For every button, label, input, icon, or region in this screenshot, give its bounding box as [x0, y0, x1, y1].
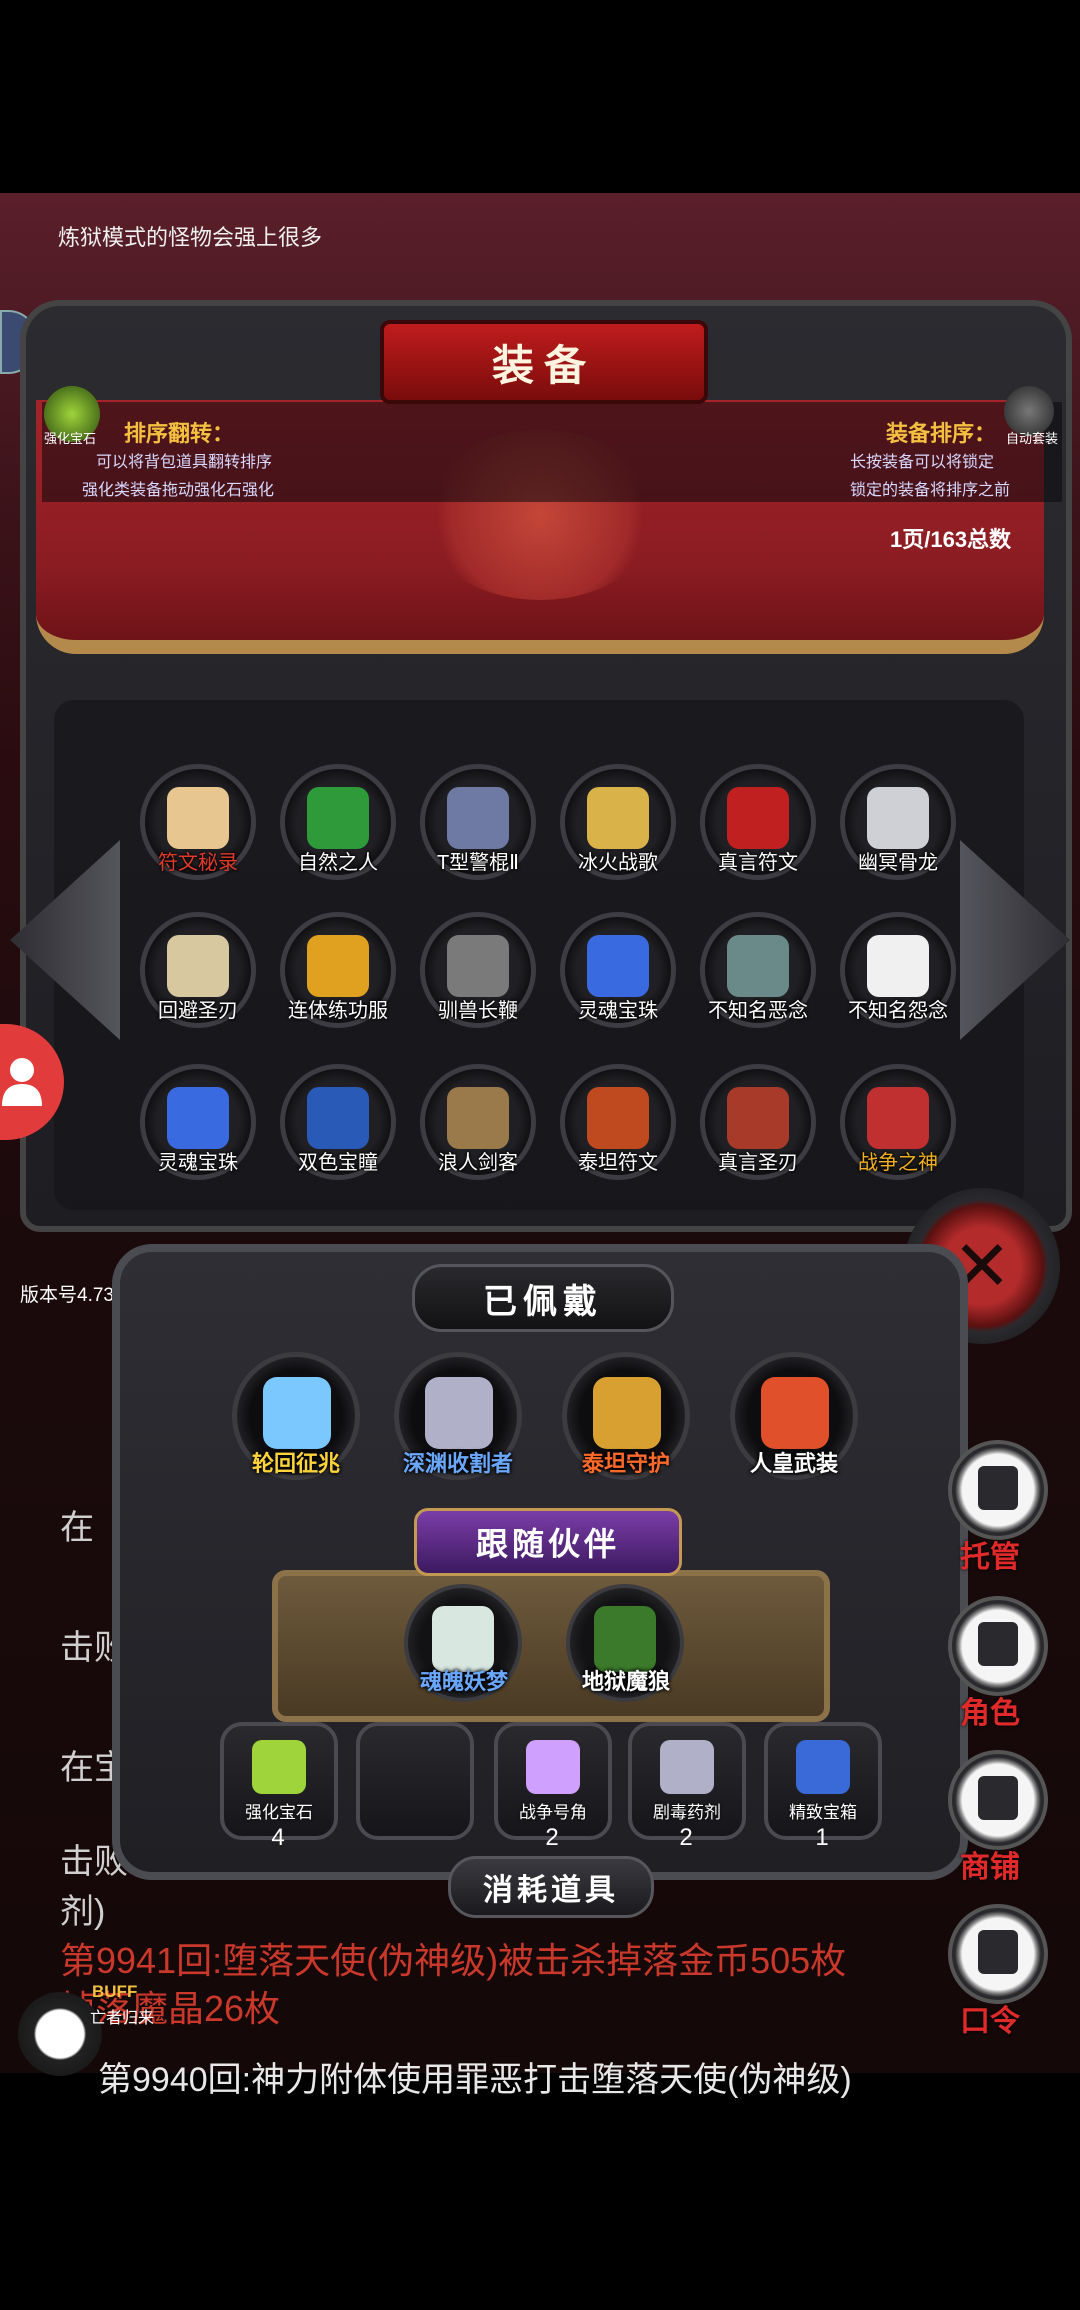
- sort-flip-button[interactable]: 排序翻转：: [124, 416, 234, 448]
- consumable-count: 2: [545, 1824, 559, 1851]
- equipped-art-icon: [761, 1377, 829, 1449]
- equipped-label: 深渊收割者: [402, 1451, 513, 1476]
- item-art-icon: [167, 787, 229, 849]
- item-label: 真言圣刃: [718, 1152, 798, 1174]
- item-art-icon: [587, 787, 649, 849]
- item-label: 浪人剑客: [438, 1152, 518, 1174]
- item-label: T型警棍Ⅱ: [436, 852, 520, 874]
- buff-name: 亡者归来: [90, 2010, 155, 2027]
- side-button-label: 角色: [960, 1697, 1020, 1730]
- sort-equip-button[interactable]: 装备排序：: [886, 416, 996, 448]
- consumable-art-icon: [660, 1740, 714, 1794]
- item-art-icon: [447, 787, 509, 849]
- consumable-art-icon: [796, 1740, 850, 1794]
- item-label: 自然之人: [298, 852, 378, 874]
- consumable-count: 1: [815, 1824, 829, 1851]
- companion-label: 魂魄妖梦: [419, 1669, 508, 1694]
- consumable-art-icon: [252, 1740, 306, 1794]
- consumables-title: 消耗道具: [448, 1856, 654, 1918]
- item-label: 不知名怨念: [848, 1000, 948, 1022]
- item-label: 灵魂宝珠: [578, 1000, 658, 1022]
- sort-flip-desc-1: 可以将背包道具翻转排序: [96, 454, 273, 471]
- item-label: 符文秘录: [158, 852, 238, 874]
- consumable-slot-empty[interactable]: [356, 1722, 474, 1840]
- side-button[interactable]: [948, 1440, 1048, 1540]
- consumable-label: 战争号角: [519, 1803, 587, 1822]
- item-art-icon: [587, 935, 649, 997]
- equipped-title: 已佩戴: [412, 1264, 674, 1332]
- version-label: 版本号4.73: [20, 1285, 114, 1306]
- auto-set-label: 自动套装: [1006, 431, 1059, 446]
- item-label: 冰火战歌: [578, 852, 658, 874]
- companion-label: 地狱魔狼: [581, 1669, 670, 1694]
- item-art-icon: [867, 787, 929, 849]
- equipped-label: 泰坦守护: [581, 1451, 670, 1476]
- item-label: 连体练功服: [288, 1000, 388, 1022]
- panel-title: 装备: [380, 320, 708, 404]
- item-label: 不知名恶念: [708, 1000, 808, 1022]
- side-button-label: 口令: [960, 2005, 1020, 2038]
- companion-art-icon: [594, 1606, 656, 1672]
- log-line: 剂): [60, 1893, 106, 1931]
- item-label: 泰坦符文: [578, 1152, 658, 1174]
- page-info: 1页/163总数: [890, 527, 1012, 552]
- sort-equip-desc-2: 锁定的装备将排序之前: [850, 482, 1011, 499]
- equipped-art-icon: [593, 1377, 661, 1449]
- log-line: 第9940回:神力附体使用罪恶打击堕落天使(伪神级): [98, 2061, 852, 2099]
- item-art-icon: [447, 1087, 509, 1149]
- item-label: 回避圣刃: [158, 1000, 238, 1022]
- strengthen-gem-label: 强化宝石: [44, 431, 97, 446]
- item-art-icon: [307, 935, 369, 997]
- item-art-icon: [867, 1087, 929, 1149]
- shop-icon: [978, 1776, 1018, 1820]
- item-art-icon: [727, 787, 789, 849]
- item-label: 灵魂宝珠: [158, 1152, 238, 1174]
- equipped-art-icon: [263, 1377, 331, 1449]
- item-label: 真言符文: [718, 852, 798, 874]
- side-button-label: 托管: [960, 1541, 1020, 1574]
- user-icon: [2, 1058, 42, 1106]
- item-art-icon: [307, 1087, 369, 1149]
- consumable-label: 精致宝箱: [789, 1803, 857, 1822]
- item-label: 双色宝瞳: [298, 1152, 378, 1174]
- scroll-icon: [978, 1930, 1018, 1974]
- log-red-line: 第9941回:堕落天使(伪神级)被击杀掉落金币505枚: [60, 1940, 847, 1981]
- dice-icon: [978, 1466, 1018, 1510]
- companion-bar: [272, 1570, 830, 1722]
- item-art-icon: [587, 1087, 649, 1149]
- item-art-icon: [867, 935, 929, 997]
- consumable-count: 2: [679, 1824, 693, 1851]
- item-label: 战争之神: [858, 1152, 938, 1174]
- consumable-label: 剧毒药剂: [653, 1803, 721, 1822]
- hooded-figure-icon: [978, 1622, 1018, 1666]
- side-button[interactable]: [948, 1750, 1048, 1850]
- item-art-icon: [727, 1087, 789, 1149]
- side-button[interactable]: [948, 1904, 1048, 2004]
- consumable-count: 4: [271, 1824, 285, 1851]
- item-art-icon: [307, 787, 369, 849]
- consumable-art-icon: [526, 1740, 580, 1794]
- sort-equip-desc-1: 长按装备可以将锁定: [850, 454, 995, 471]
- mode-hint: 炼狱模式的怪物会强上很多: [58, 225, 323, 250]
- equipped-label: 轮回征兆: [251, 1451, 340, 1476]
- equipped-label: 人皇武装: [749, 1451, 838, 1476]
- item-art-icon: [167, 935, 229, 997]
- item-art-icon: [727, 935, 789, 997]
- item-label: 幽冥骨龙: [858, 852, 938, 874]
- log-line: 在: [60, 1509, 94, 1547]
- companion-art-icon: [432, 1606, 494, 1672]
- sort-flip-desc-2: 强化类装备拖动强化石强化: [82, 482, 275, 499]
- item-art-icon: [447, 935, 509, 997]
- equipped-art-icon: [425, 1377, 493, 1449]
- buff-label: BUFF: [92, 1982, 138, 2001]
- side-button[interactable]: [948, 1596, 1048, 1696]
- side-button-label: 商铺: [960, 1851, 1020, 1884]
- companion-title: 跟随伙伴: [414, 1508, 682, 1576]
- item-label: 驯兽长鞭: [438, 1000, 518, 1022]
- item-art-icon: [167, 1087, 229, 1149]
- consumable-label: 强化宝石: [245, 1803, 313, 1822]
